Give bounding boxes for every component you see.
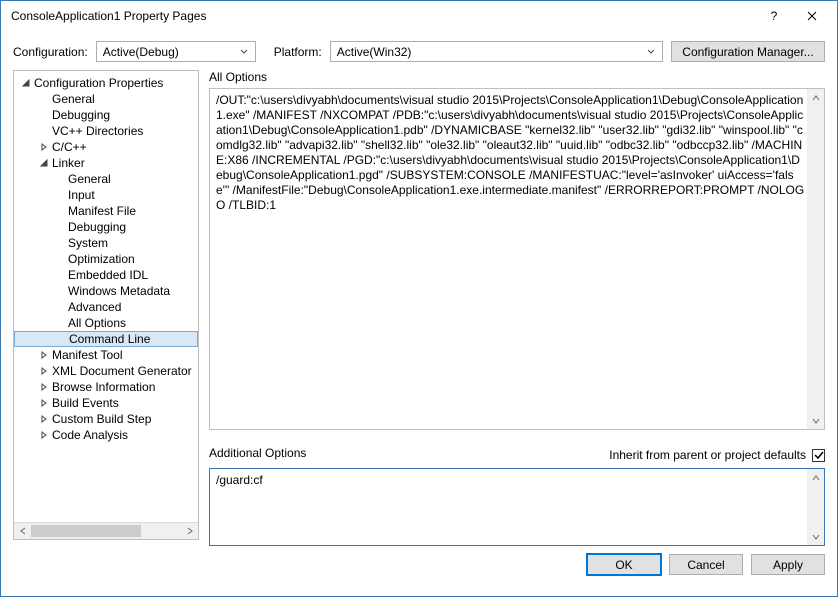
expand-icon <box>38 143 50 151</box>
collapse-icon <box>38 159 50 167</box>
tree-linker-debugging[interactable]: Debugging <box>14 219 198 235</box>
config-toolbar: Configuration: Active(Debug) Platform: A… <box>1 31 837 70</box>
tree-linker-windows-metadata[interactable]: Windows Metadata <box>14 283 198 299</box>
tree-hscrollbar[interactable] <box>14 522 198 539</box>
ok-button[interactable]: OK <box>587 554 661 575</box>
textarea-vscrollbar[interactable] <box>807 89 824 429</box>
inherit-checkbox[interactable] <box>812 449 825 462</box>
window-title: ConsoleApplication1 Property Pages <box>11 9 755 23</box>
tree-linker-system[interactable]: System <box>14 235 198 251</box>
tree-linker-all-options[interactable]: All Options <box>14 315 198 331</box>
nav-tree: Configuration Properties General Debuggi… <box>13 70 199 540</box>
dialog-footer: OK Cancel Apply <box>1 546 837 587</box>
scroll-down-icon[interactable] <box>807 528 824 545</box>
expand-icon <box>38 383 50 391</box>
tree-code-analysis[interactable]: Code Analysis <box>14 427 198 443</box>
scroll-up-icon[interactable] <box>807 89 824 106</box>
inherit-label: Inherit from parent or project defaults <box>609 448 806 462</box>
additional-options-textarea[interactable]: /guard:cf <box>209 468 825 546</box>
tree-browse-information[interactable]: Browse Information <box>14 379 198 395</box>
scroll-right-icon[interactable] <box>181 523 198 539</box>
tree-linker-input[interactable]: Input <box>14 187 198 203</box>
chevron-down-icon <box>237 49 251 55</box>
collapse-icon <box>20 79 32 87</box>
cancel-button[interactable]: Cancel <box>669 554 743 575</box>
tree-xml-doc-generator[interactable]: XML Document Generator <box>14 363 198 379</box>
expand-icon <box>38 351 50 359</box>
textarea-vscrollbar[interactable] <box>807 469 824 545</box>
tree-general[interactable]: General <box>14 91 198 107</box>
title-bar: ConsoleApplication1 Property Pages ? <box>1 1 837 31</box>
scroll-down-icon[interactable] <box>807 412 824 429</box>
tree-linker-embedded-idl[interactable]: Embedded IDL <box>14 267 198 283</box>
tree-vc-directories[interactable]: VC++ Directories <box>14 123 198 139</box>
configuration-label: Configuration: <box>13 45 88 59</box>
close-button[interactable] <box>793 4 831 28</box>
all-options-label: All Options <box>209 70 825 84</box>
scroll-up-icon[interactable] <box>807 469 824 486</box>
tree-manifest-tool[interactable]: Manifest Tool <box>14 347 198 363</box>
tree-linker-advanced[interactable]: Advanced <box>14 299 198 315</box>
tree-linker-general[interactable]: General <box>14 171 198 187</box>
configuration-combo[interactable]: Active(Debug) <box>96 41 256 62</box>
expand-icon <box>38 399 50 407</box>
help-button[interactable]: ? <box>755 4 793 28</box>
tree-linker-command-line[interactable]: Command Line <box>14 331 198 347</box>
platform-label: Platform: <box>274 45 322 59</box>
platform-combo[interactable]: Active(Win32) <box>330 41 663 62</box>
apply-button[interactable]: Apply <box>751 554 825 575</box>
expand-icon <box>38 431 50 439</box>
tree-root[interactable]: Configuration Properties <box>14 75 198 91</box>
scroll-left-icon[interactable] <box>14 523 31 539</box>
tree-linker[interactable]: Linker <box>14 155 198 171</box>
expand-icon <box>38 415 50 423</box>
additional-options-label: Additional Options <box>209 446 306 460</box>
all-options-textarea[interactable]: /OUT:"c:\users\divyabh\documents\visual … <box>209 88 825 430</box>
tree-linker-optimization[interactable]: Optimization <box>14 251 198 267</box>
tree-c-cpp[interactable]: C/C++ <box>14 139 198 155</box>
tree-linker-manifest-file[interactable]: Manifest File <box>14 203 198 219</box>
tree-build-events[interactable]: Build Events <box>14 395 198 411</box>
expand-icon <box>38 367 50 375</box>
chevron-down-icon <box>644 49 658 55</box>
tree-debugging[interactable]: Debugging <box>14 107 198 123</box>
configuration-manager-button[interactable]: Configuration Manager... <box>671 41 825 62</box>
tree-custom-build-step[interactable]: Custom Build Step <box>14 411 198 427</box>
scrollbar-thumb[interactable] <box>31 525 141 537</box>
